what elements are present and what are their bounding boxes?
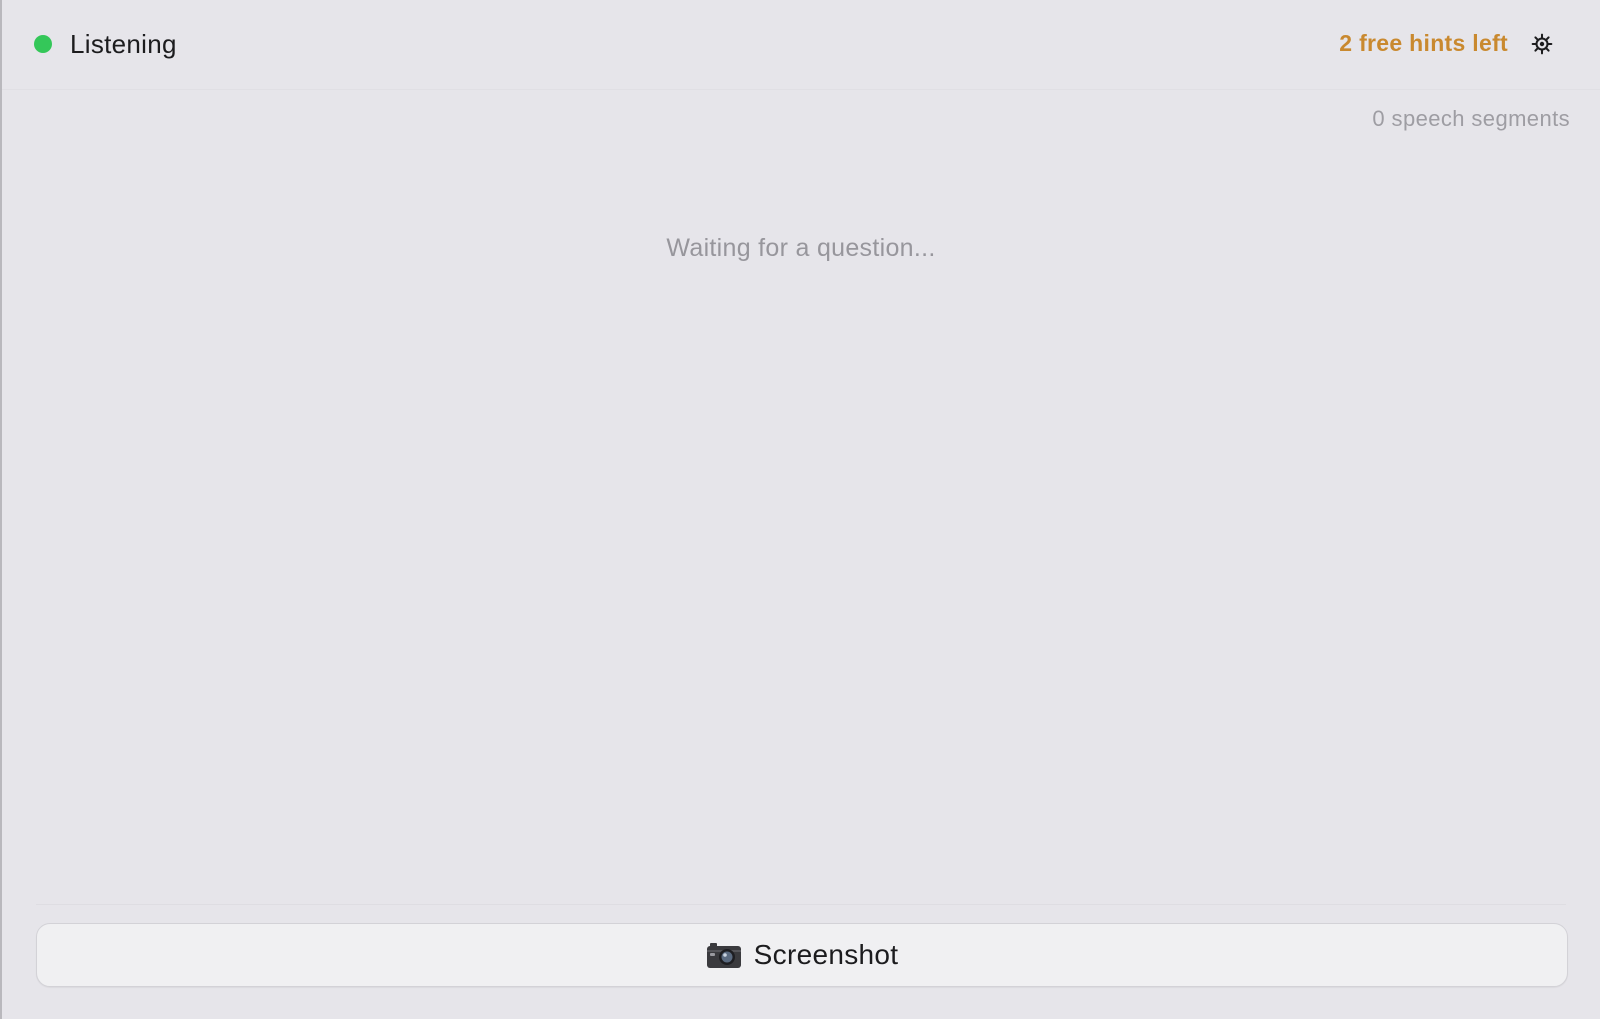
status-dot-icon <box>34 35 52 53</box>
waiting-placeholder: Waiting for a question... <box>666 234 936 262</box>
app-window: Listening 2 free hints left 0 speech seg… <box>0 0 1600 1019</box>
camera-icon <box>706 941 742 969</box>
screenshot-button[interactable]: Screenshot <box>36 923 1568 987</box>
speech-segments-count: 0 speech segments <box>1372 106 1570 131</box>
header-bar: Listening 2 free hints left <box>2 0 1600 90</box>
screenshot-button-label: Screenshot <box>753 939 899 970</box>
settings-button[interactable] <box>1524 26 1560 62</box>
gear-icon <box>1531 33 1553 55</box>
footer-divider <box>36 904 1566 905</box>
free-hints-counter: 2 free hints left <box>1339 30 1508 56</box>
listening-status: Listening <box>34 26 177 62</box>
status-label: Listening <box>70 28 177 59</box>
